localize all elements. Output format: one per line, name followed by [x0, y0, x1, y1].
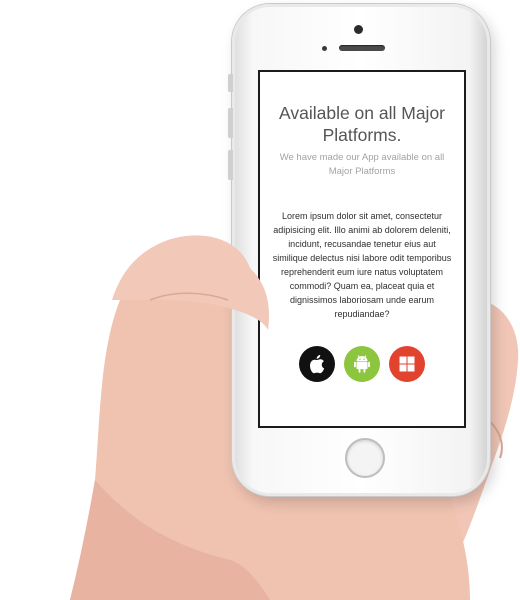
page-subtitle: We have made our App available on all Ma… [279, 152, 445, 177]
android-store-button[interactable] [344, 346, 380, 382]
ringer-switch [228, 74, 233, 92]
windows-store-button[interactable] [389, 346, 425, 382]
earpiece-speaker [339, 45, 385, 51]
platform-buttons [260, 346, 464, 382]
smartphone: Available on all Major Platforms. We hav… [228, 4, 490, 496]
volume-up-button [228, 108, 233, 138]
home-button[interactable] [345, 438, 385, 478]
windows-icon [399, 356, 415, 372]
front-camera [354, 25, 363, 34]
apple-store-button[interactable] [299, 346, 335, 382]
proximity-sensor [322, 46, 327, 51]
apple-icon [309, 355, 325, 374]
phone-screen: Available on all Major Platforms. We hav… [258, 70, 466, 428]
android-icon [354, 355, 370, 373]
volume-down-button [228, 150, 233, 180]
body-paragraph: Lorem ipsum dolor sit amet, consectetur … [272, 211, 452, 319]
page-title: Available on all Major Platforms. [278, 103, 446, 145]
